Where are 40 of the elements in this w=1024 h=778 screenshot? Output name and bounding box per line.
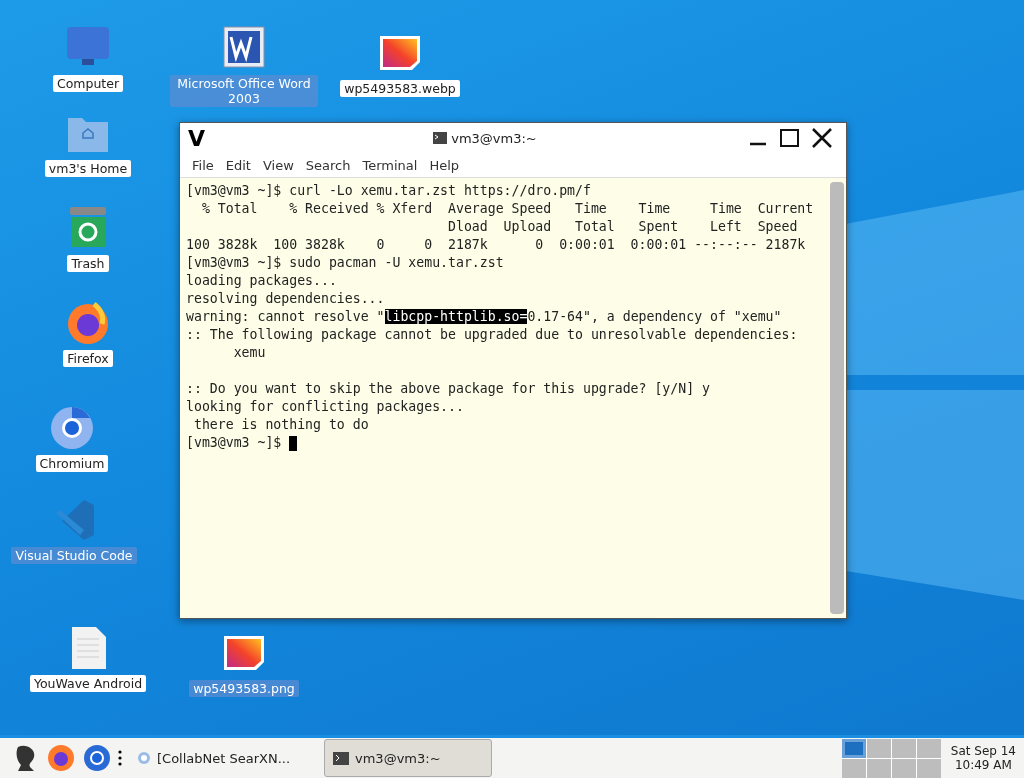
app-logo: V bbox=[188, 125, 207, 151]
clock-time: 10:49 AM bbox=[954, 758, 1012, 772]
taskbar-task[interactable]: vm3@vm3:~ bbox=[324, 739, 492, 777]
menu-item[interactable]: File bbox=[186, 157, 220, 173]
chromium-icon[interactable] bbox=[82, 743, 112, 773]
firefox-icon[interactable] bbox=[46, 743, 76, 773]
menu-item[interactable]: View bbox=[256, 157, 300, 173]
desktop-icon-label[interactable]: vm3's Home bbox=[44, 160, 132, 177]
workspace-cell[interactable] bbox=[866, 758, 891, 778]
scrollbar-thumb[interactable] bbox=[830, 182, 844, 614]
workspace-cell[interactable] bbox=[916, 738, 941, 758]
desktop-icon-label[interactable]: Firefox bbox=[63, 350, 113, 367]
workspace-cell[interactable] bbox=[866, 738, 891, 758]
desktop-icon-label[interactable]: Trash bbox=[67, 255, 109, 272]
desktop-icon-label[interactable]: YouWave Android bbox=[29, 675, 147, 692]
menu-item[interactable]: Search bbox=[299, 157, 357, 173]
workspace-cell[interactable] bbox=[891, 758, 916, 778]
terminal-icon bbox=[333, 751, 349, 765]
taskbar-task[interactable]: [CollabNet SearXN... bbox=[128, 739, 318, 777]
desktop-icon-label[interactable]: wp5493583.png bbox=[189, 680, 299, 697]
drag-handle-icon[interactable] bbox=[118, 750, 122, 766]
terminal-output[interactable]: [vm3@vm3 ~]$ curl -Lo xemu.tar.zst https://dro.pm/f % Total % Received % Xferd Average Speed Time Time Time Current Dload Upload Total Spent Left Speed 100 3828k 100 3828k 0 0 2187k 0 0:00:01 0:00:01 --:--:-- 2187k [vm3@vm3 ~]$ sudo pacman -U xemu.tar.zst loading packages... resolving dependencies... warning: cannot resolve "libcpp-httplib.so=0.17-64", a dependency of "xemu" :: The following package cannot be upgraded due to unresolvable dependencies: xemu :: Do you want to skip the above package for this upgrade? [y/N] y looking for conflicting packages... there is nothing to do [vm3@vm3 ~]$ bbox=[180, 178, 828, 618]
workspace-cell[interactable] bbox=[891, 738, 916, 758]
word-document-icon bbox=[220, 25, 268, 71]
text-cursor bbox=[289, 435, 298, 451]
workspace-cell[interactable] bbox=[916, 758, 941, 778]
desktop-icon-label[interactable]: Computer bbox=[52, 75, 124, 92]
desktop-icon-label[interactable]: Visual Studio Code bbox=[11, 547, 137, 564]
workspace-cell[interactable] bbox=[841, 758, 866, 778]
workspace-cell[interactable] bbox=[841, 738, 866, 758]
globe-icon bbox=[137, 751, 151, 765]
menu-item[interactable]: Help bbox=[423, 157, 466, 173]
desktop-icon-label[interactable]: Chromium bbox=[35, 455, 109, 472]
terminal-icon bbox=[433, 132, 448, 144]
menu-item[interactable]: Edit bbox=[219, 157, 257, 173]
menu-item[interactable]: Terminal bbox=[356, 157, 424, 173]
desktop-icon-label[interactable]: wp5493583.webp bbox=[340, 80, 460, 97]
chromium-icon bbox=[48, 405, 96, 451]
window-title-text: vm3@vm3:~ bbox=[451, 130, 537, 146]
clock-date: Sat Sep 14 bbox=[950, 744, 1016, 758]
